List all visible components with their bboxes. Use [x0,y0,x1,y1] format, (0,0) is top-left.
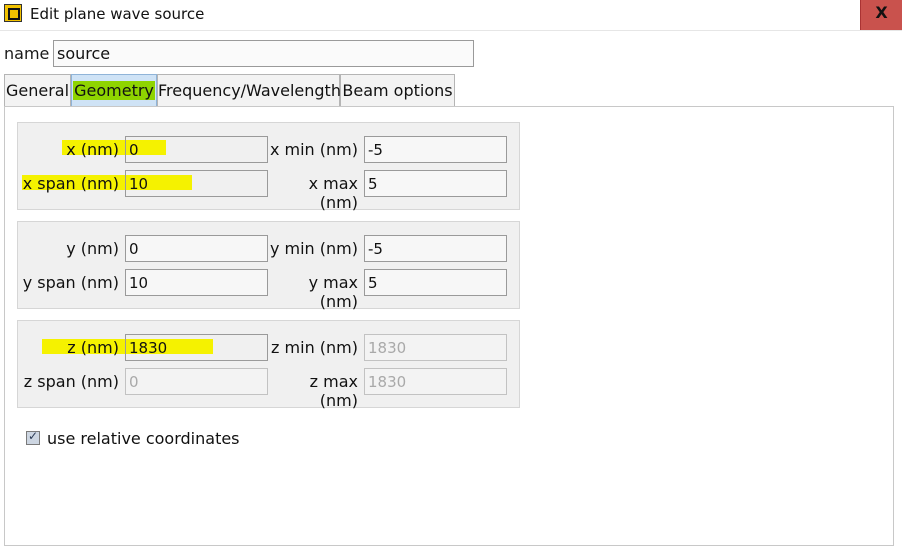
tab-frequency-wavelength[interactable]: Frequency/Wavelength [157,74,341,106]
z-center-label: z (nm) [67,338,119,357]
z-max-input [364,368,507,395]
x-max-input[interactable] [364,170,507,197]
tab-beam-options[interactable]: Beam options [340,74,455,106]
x-center-label: x (nm) [66,140,119,159]
z-max-label: z max (nm) [309,372,358,410]
tab-label: Geometry [73,81,155,100]
y-center-input[interactable] [125,235,268,262]
z-span-label: z span (nm) [23,372,119,391]
tab-general[interactable]: General [4,74,71,106]
x-span-input[interactable] [125,170,268,197]
y-max-input[interactable] [364,269,507,296]
x-span-label: x span (nm) [22,174,119,193]
z-min-label: z min (nm) [271,338,358,357]
title-divider [0,30,902,31]
name-input[interactable] [53,40,474,67]
x-center-input[interactable] [125,136,268,163]
tab-label: General [5,81,70,100]
app-icon [4,4,22,22]
tab-label: Frequency/Wavelength [158,81,341,100]
x-min-input[interactable] [364,136,507,163]
y-max-label: y max (nm) [308,273,358,311]
z-min-input [364,334,507,361]
x-min-label: x min (nm) [269,140,358,159]
y-span-input[interactable] [125,269,268,296]
close-button[interactable]: X [860,0,902,30]
y-min-label: y min (nm) [269,239,358,258]
title-bar: Edit plane wave source X [0,0,902,30]
relative-coordinates-label[interactable]: use relative coordinates [47,429,240,448]
relative-coordinates-checkbox[interactable] [26,429,40,445]
z-center-input[interactable] [125,334,268,361]
tab-geometry[interactable]: Geometry [71,74,157,106]
x-max-label: x max (nm) [308,174,358,212]
z-geometry-group: z (nm) z span (nm) z min (nm) z max (nm) [17,320,520,410]
name-label: name [4,44,50,63]
x-geometry-group: x (nm) x span (nm) x min (nm) x max (nm) [17,122,520,212]
y-geometry-group: y (nm) y span (nm) y min (nm) y max (nm) [17,221,520,311]
y-span-label: y span (nm) [22,273,119,292]
z-span-input [125,368,268,395]
tab-label: Beam options [342,81,453,100]
window-title: Edit plane wave source [30,5,205,23]
y-center-label: y (nm) [66,239,119,258]
y-min-input[interactable] [364,235,507,262]
